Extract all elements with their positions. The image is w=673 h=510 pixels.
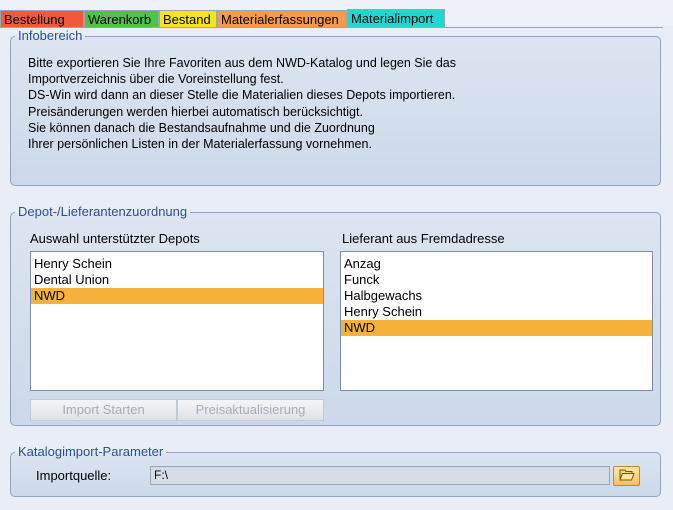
import-start-button[interactable]: Import Starten (30, 399, 177, 421)
tab-materialerfassungen[interactable]: Materialerfassungen (217, 10, 347, 27)
tab-bestand[interactable]: Bestand (159, 10, 217, 27)
depots-label: Auswahl unterstützter Depots (30, 231, 200, 246)
depot-list-item[interactable]: Henry Schein (31, 256, 323, 272)
depot-list-item[interactable]: Dental Union (31, 272, 323, 288)
supplier-list-item[interactable]: NWD (341, 320, 652, 336)
catalog-group: Katalogimport-Parameter Importquelle: F:… (10, 445, 661, 497)
depots-listbox[interactable]: Henry Schein Dental Union NWD (30, 251, 324, 391)
supplier-list-item[interactable]: Henry Schein (341, 304, 652, 320)
supplier-list-item[interactable]: Anzag (341, 256, 652, 272)
catalog-group-title: Katalogimport-Parameter (18, 444, 164, 459)
depot-list-item[interactable]: NWD (31, 288, 323, 304)
info-line: Importverzeichnis über die Voreinstellun… (28, 72, 284, 87)
info-line: Bitte exportieren Sie Ihre Favoriten aus… (28, 56, 457, 70)
info-group-title: Infobereich (18, 28, 83, 43)
info-line: Preisänderungen werden hierbei automatis… (28, 104, 363, 119)
info-group: Infobereich Bitte exportieren Sie Ihre F… (10, 29, 661, 186)
supplier-list-item[interactable]: Halbgewachs (341, 288, 652, 304)
info-line: Sie können danach die Bestandsaufnahme u… (28, 120, 375, 135)
tab-strip: Bestellung Warenkorb Bestand Materialerfass… (0, 0, 673, 28)
tab-warenkorb[interactable]: Warenkorb (84, 10, 159, 27)
browse-button[interactable] (613, 466, 640, 486)
import-source-label: Importquelle: (36, 468, 112, 483)
price-update-button[interactable]: Preisaktualisierung (177, 399, 324, 421)
materialimport-panel: Infobereich Bitte exportieren Sie Ihre F… (8, 28, 663, 502)
info-line: DS-Win wird dann an dieser Stelle die Ma… (28, 88, 456, 103)
import-source-field[interactable]: F:\ (150, 466, 610, 485)
tab-bestellung[interactable]: Bestellung (0, 10, 84, 27)
depot-group-title: Depot-/Lieferantenzuordnung (18, 204, 188, 219)
depot-group: Depot-/Lieferantenzuordnung Auswahl unte… (10, 205, 661, 426)
supplier-list-item[interactable]: Funck (341, 272, 652, 288)
supplier-label: Lieferant aus Fremdadresse (342, 231, 505, 246)
folder-open-icon (618, 468, 635, 484)
info-text: Bitte exportieren Sie Ihre Favoriten aus… (28, 55, 456, 152)
tab-materialimport[interactable]: Materialimport (347, 9, 445, 27)
supplier-listbox[interactable]: Anzag Funck Halbgewachs Henry Schein NWD (340, 251, 653, 391)
info-line: Ihrer persönlichen Listen in der Materia… (28, 137, 372, 152)
